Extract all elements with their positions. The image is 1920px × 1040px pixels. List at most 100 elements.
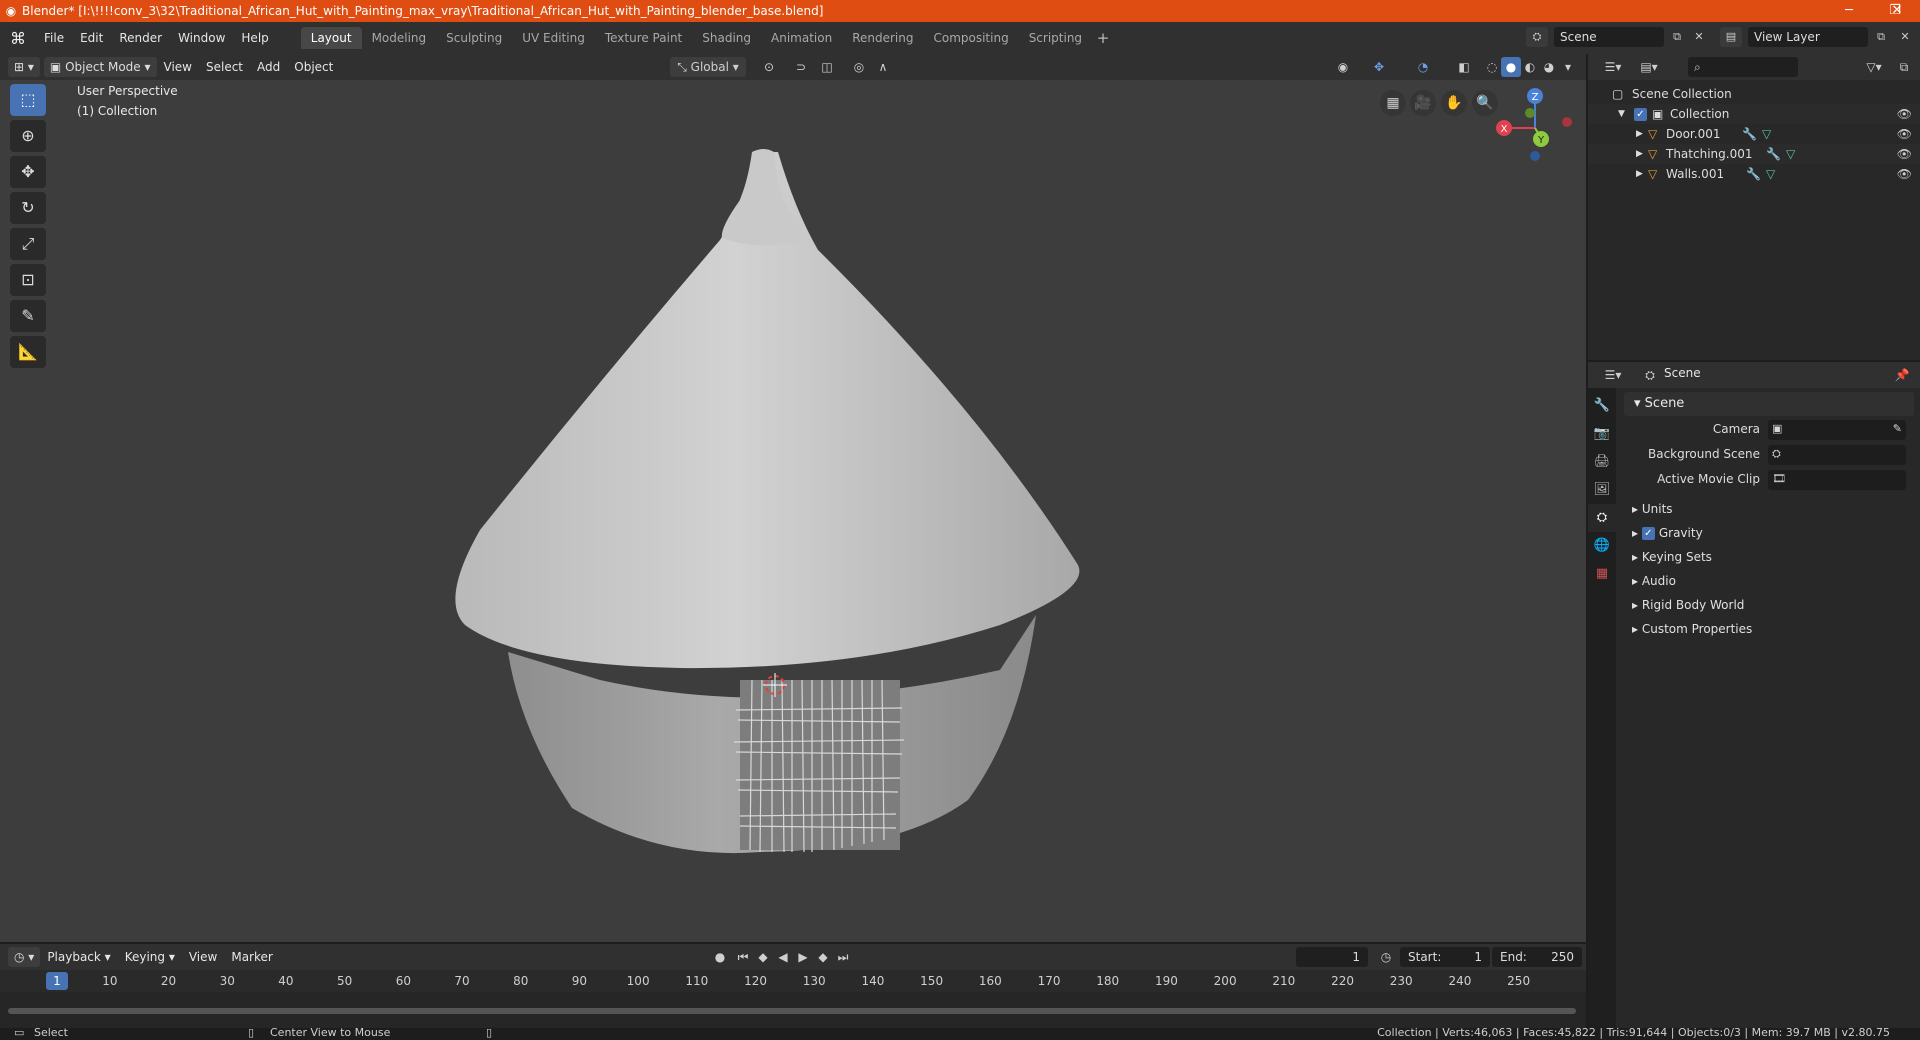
tab-layout[interactable]: Layout [300,27,362,49]
tab-shading[interactable]: Shading [692,27,761,49]
overlay-toggle-icon[interactable]: ◔ [1410,57,1436,77]
scene-panel-header[interactable]: ▾ Scene [1624,392,1914,416]
navigation-gizmo[interactable]: Z X Y [1496,88,1572,161]
viewport-menu-add[interactable]: Add [250,60,287,74]
expand-object-icon[interactable]: ▶ [1636,144,1643,164]
object-visibility-icon[interactable]: 👁 [1897,164,1912,184]
scene-remove-icon[interactable]: ✕ [1688,27,1710,47]
annotate-tool-icon[interactable]: ✎ [10,300,46,332]
properties-editor-type-icon[interactable]: ☰▾ [1598,365,1628,385]
timeline-menu-view[interactable]: View [182,950,224,964]
outliner-row-object[interactable]: ▶ ▽ Door.001 🔧 ▽ 👁 [1588,124,1920,144]
timeline-scrollbar[interactable] [8,1008,1576,1014]
subpanel-rigid-body-world[interactable]: ▸ Rigid Body World [1624,594,1914,616]
menu-window[interactable]: Window [170,31,233,45]
transform-tool-icon[interactable]: ⊡ [10,264,46,296]
tab-uv-editing[interactable]: UV Editing [512,27,595,49]
mesh-data-icon[interactable]: ▽ [1786,144,1795,164]
view-layer-remove-icon[interactable]: ✕ [1894,27,1916,47]
record-icon[interactable]: ● [710,947,730,967]
outliner-row-scene-collection[interactable]: ▢ Scene Collection [1588,84,1920,104]
mesh-data-icon[interactable]: ▽ [1762,124,1771,144]
collection-checkbox[interactable]: ✓ [1634,104,1651,124]
scene-selector[interactable]: Scene [1554,27,1664,47]
shading-options-icon[interactable]: ▾ [1560,57,1576,77]
background-scene-field[interactable]: ⛭ [1768,445,1906,465]
menu-file[interactable]: File [36,31,72,45]
pivot-point-icon[interactable]: ⊙ [756,57,782,77]
tab-tool-icon[interactable]: 🔧 [1588,392,1616,420]
scene-new-icon[interactable]: ⧉ [1666,27,1688,47]
add-workspace-icon[interactable]: + [1092,27,1114,49]
menu-render[interactable]: Render [111,31,170,45]
frame-ruler[interactable]: 1 10 20 30 40 50 60 70 80 90 100 110 120 130 140 150 16… [0,970,1586,992]
outliner-row-collection[interactable]: ▼ ✓ ▣ Collection 👁 [1588,104,1920,124]
visibility-icon[interactable]: ◉ [1330,57,1356,77]
outliner-editor-type-icon[interactable]: ☰▾ [1598,57,1628,77]
preview-range-icon[interactable]: ◷ [1376,947,1396,967]
minimize-button[interactable]: ─ [1826,0,1872,22]
viewport-menu-object[interactable]: Object [287,60,340,74]
proportional-edit-icon[interactable]: ◎ [848,57,870,77]
snap-target-icon[interactable]: ◫ [814,57,840,77]
subpanel-custom-properties[interactable]: ▸ Custom Properties [1624,618,1914,640]
outliner-row-object[interactable]: ▶ ▽ Walls.001 🔧 ▽ 👁 [1588,164,1920,184]
hut-model[interactable]: Z X Y [0,80,1586,942]
tab-world-icon[interactable]: 🌐 [1588,532,1616,560]
editor-type-icon[interactable]: ⊞ ▾ [8,57,40,77]
object-visibility-icon[interactable]: 👁 [1897,144,1912,164]
view-layer-selector[interactable]: View Layer [1748,27,1868,47]
tab-render-icon[interactable]: 📷 [1588,420,1616,448]
wireframe-shading-icon[interactable]: ◌ [1482,57,1502,77]
tab-scripting[interactable]: Scripting [1019,27,1092,49]
scene-browse-icon[interactable]: ⛭ [1526,27,1548,47]
tab-sculpting[interactable]: Sculpting [436,27,512,49]
hut-door[interactable] [733,679,905,853]
tab-texture-paint[interactable]: Texture Paint [595,27,692,49]
close-button[interactable]: ✕ [1874,0,1920,22]
subpanel-units[interactable]: ▸ Units [1624,498,1914,520]
toggle-grid-icon[interactable]: ▦ [1380,90,1406,116]
pan-view-icon[interactable]: ✋ [1441,90,1467,116]
expand-collection-icon[interactable]: ▼ [1618,104,1625,124]
cursor-tool-icon[interactable]: ⊕ [10,120,46,152]
timeline-menu-keying[interactable]: Keying ▾ [118,950,182,964]
next-keyframe-icon[interactable]: ◆ [814,947,832,967]
subpanel-gravity[interactable]: ▸ ✓ Gravity [1624,522,1914,544]
measure-tool-icon[interactable]: 📐 [10,336,46,368]
tab-compositing[interactable]: Compositing [923,27,1018,49]
select-box-tool-icon[interactable]: ⬚ [10,84,46,116]
modifier-wrench-icon[interactable]: 🔧 [1766,144,1781,164]
view-layer-browse-icon[interactable]: ▤ [1720,27,1742,47]
filter-icon[interactable]: ▽▾ [1860,57,1888,77]
current-frame-indicator[interactable]: 1 [46,972,68,990]
rendered-shading-icon[interactable]: ◕ [1539,57,1559,77]
object-visibility-icon[interactable]: 👁 [1897,124,1912,144]
eyedropper-icon[interactable]: ✎ [1893,422,1902,435]
new-collection-icon[interactable]: ⧉ [1894,57,1914,77]
zoom-view-icon[interactable]: 🔍 [1472,90,1498,116]
outliner-search-input[interactable]: ⌕ [1688,57,1798,77]
solid-shading-icon[interactable]: ● [1501,57,1521,77]
viewport-menu-view[interactable]: View [157,60,199,74]
view-layer-new-icon[interactable]: ⧉ [1870,27,1892,47]
play-icon[interactable]: ▶ [794,947,812,967]
active-movie-clip-field[interactable]: 🎞 [1768,470,1906,490]
tab-modeling[interactable]: Modeling [362,27,437,49]
tab-rendering[interactable]: Rendering [842,27,923,49]
display-mode-icon[interactable]: ▤▾ [1634,57,1664,77]
expand-object-icon[interactable]: ▶ [1636,164,1643,184]
jump-end-icon[interactable]: ⏭ [834,947,852,967]
pin-icon[interactable]: 📌 [1892,365,1912,385]
camera-view-icon[interactable]: 🎥 [1410,90,1436,116]
menu-help[interactable]: Help [233,31,276,45]
tab-scene-icon[interactable]: ⛭ [1588,504,1616,532]
object-mode-dropdown[interactable]: ▣ Object Mode ▾ [43,57,157,77]
transform-orientation-dropdown[interactable]: ⤡ Global ▾ [670,57,746,77]
snap-icon[interactable]: ⊃ [790,57,812,77]
tab-view-layer-icon[interactable]: 🖼 [1588,476,1616,504]
camera-field[interactable]: ▣ ✎ [1768,420,1906,440]
blender-menu-icon[interactable]: ⌘ [0,29,36,48]
current-frame-field[interactable]: 1 [1296,947,1368,967]
end-frame-field[interactable]: End: 250 [1492,947,1582,967]
